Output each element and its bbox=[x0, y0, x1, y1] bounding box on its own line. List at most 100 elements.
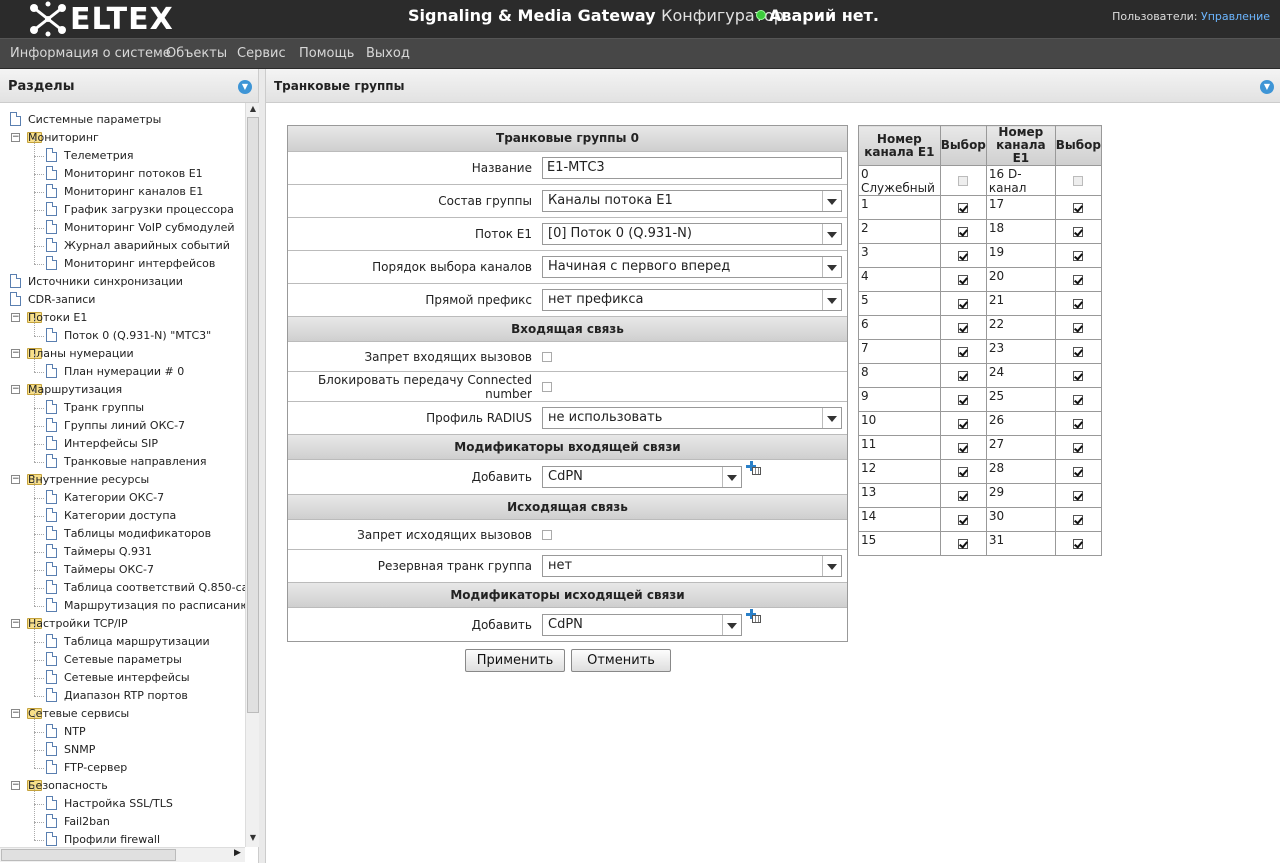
add-modifier-icon[interactable] bbox=[746, 461, 762, 477]
channel-checkbox[interactable] bbox=[958, 227, 969, 237]
collapse-toggle-icon[interactable]: − bbox=[11, 475, 20, 484]
name-input[interactable]: E1-МТС3 bbox=[542, 157, 842, 179]
tree-horizontal-scrollbar[interactable]: ▶ bbox=[0, 847, 245, 862]
menu-service[interactable]: Сервис bbox=[237, 46, 286, 61]
channel-checkbox[interactable] bbox=[958, 395, 969, 405]
sidebar-item[interactable]: Настройка SSL/TLS bbox=[0, 786, 245, 813]
sidebar-item[interactable]: Маршрутизация по расписанию bbox=[0, 588, 245, 615]
channel-checkbox[interactable] bbox=[1073, 227, 1084, 237]
sidebar-item[interactable]: − Внутренние ресурсы bbox=[0, 471, 245, 489]
collapse-toggle-icon[interactable]: − bbox=[11, 133, 20, 142]
sidebar-item[interactable]: Телеметрия bbox=[0, 138, 245, 165]
sidebar-item[interactable]: Fail2ban bbox=[0, 804, 245, 831]
channel-checkbox[interactable] bbox=[1073, 299, 1084, 309]
channel-checkbox[interactable] bbox=[1073, 203, 1084, 213]
sidebar-item[interactable]: Мониторинг потоков E1 bbox=[0, 156, 245, 183]
channel-checkbox[interactable] bbox=[958, 491, 969, 501]
channel-checkbox[interactable] bbox=[958, 539, 969, 549]
sidebar-item[interactable]: FTP-сервер bbox=[0, 750, 245, 777]
channel-checkbox[interactable] bbox=[958, 443, 969, 453]
channel-checkbox[interactable] bbox=[1073, 251, 1084, 261]
collapse-toggle-icon[interactable]: − bbox=[11, 781, 20, 790]
apply-button[interactable]: Применить bbox=[465, 649, 565, 672]
channel-checkbox[interactable] bbox=[958, 515, 969, 525]
prefix-select[interactable]: нет префикса bbox=[542, 289, 842, 311]
sidebar-item[interactable]: SNMP bbox=[0, 732, 245, 759]
sidebar-item[interactable]: Диапазон RTP портов bbox=[0, 678, 245, 705]
sidebar-item[interactable]: Мониторинг VoIP субмодулей bbox=[0, 210, 245, 237]
sidebar-item[interactable]: − Сетевые сервисы bbox=[0, 705, 245, 723]
channel-checkbox[interactable] bbox=[958, 299, 969, 309]
channel-checkbox[interactable] bbox=[1073, 419, 1084, 429]
channel-checkbox[interactable] bbox=[1073, 323, 1084, 333]
sidebar-item[interactable]: План нумерации # 0 bbox=[0, 354, 245, 381]
sidebar-item[interactable]: Журнал аварийных событий bbox=[0, 228, 245, 255]
channel-checkbox[interactable] bbox=[1073, 515, 1084, 525]
sidebar-item[interactable]: Таблицы модификаторов bbox=[0, 516, 245, 543]
collapse-toggle-icon[interactable]: − bbox=[11, 619, 20, 628]
collapse-sections-icon[interactable]: ▼ bbox=[238, 80, 252, 94]
sidebar-item[interactable]: Источники синхронизации bbox=[0, 273, 245, 291]
radius-select[interactable]: не использовать bbox=[542, 407, 842, 429]
collapse-toggle-icon[interactable]: − bbox=[11, 313, 20, 322]
sidebar-item[interactable]: − Безопасность bbox=[0, 777, 245, 795]
sidebar-item[interactable]: Системные параметры bbox=[0, 111, 245, 129]
sidebar-item[interactable]: − Потоки E1 bbox=[0, 309, 245, 327]
channel-checkbox[interactable] bbox=[958, 371, 969, 381]
deny-outgoing-checkbox[interactable] bbox=[542, 529, 552, 540]
sidebar-item[interactable]: График загрузки процессора bbox=[0, 192, 245, 219]
out-add-select[interactable]: CdPN bbox=[542, 613, 742, 636]
channel-checkbox[interactable] bbox=[1073, 275, 1084, 285]
channel-checkbox[interactable] bbox=[958, 203, 969, 213]
in-add-select[interactable]: CdPN bbox=[542, 466, 742, 488]
scroll-thumb[interactable] bbox=[247, 117, 259, 713]
sidebar-item[interactable]: CDR-записи bbox=[0, 291, 245, 309]
channel-checkbox[interactable] bbox=[1073, 467, 1084, 477]
channel-checkbox[interactable] bbox=[1073, 491, 1084, 501]
sidebar-item[interactable]: Транк группы bbox=[0, 390, 245, 417]
menu-help[interactable]: Помощь bbox=[299, 46, 354, 61]
sidebar-item[interactable]: Поток 0 (Q.931-N) "МТС3" bbox=[0, 318, 245, 345]
channel-checkbox[interactable] bbox=[958, 323, 969, 333]
block-connected-checkbox[interactable] bbox=[542, 381, 552, 392]
add-modifier-icon[interactable] bbox=[746, 608, 762, 625]
collapse-toggle-icon[interactable]: − bbox=[11, 385, 20, 394]
sidebar-item[interactable]: Таблица соответствий Q.850-cause bbox=[0, 570, 245, 597]
channel-checkbox[interactable] bbox=[958, 467, 969, 477]
collapse-toggle-icon[interactable]: − bbox=[11, 709, 20, 718]
scroll-up-icon[interactable]: ▲ bbox=[248, 104, 258, 116]
channel-checkbox[interactable] bbox=[958, 251, 969, 261]
sidebar-item[interactable]: Категории доступа bbox=[0, 498, 245, 525]
scroll-down-icon[interactable]: ▼ bbox=[248, 833, 258, 845]
sidebar-item[interactable]: Категории ОКС-7 bbox=[0, 480, 245, 507]
sidebar-item[interactable]: Сетевые параметры bbox=[0, 642, 245, 669]
channel-checkbox[interactable] bbox=[958, 275, 969, 285]
menu-system-info[interactable]: Информация о системе bbox=[10, 46, 171, 61]
sidebar-item[interactable]: NTP bbox=[0, 714, 245, 741]
reserve-select[interactable]: нет bbox=[542, 555, 842, 577]
sidebar-item[interactable]: − Настройки TCP/IP bbox=[0, 615, 245, 633]
order-select[interactable]: Начиная с первого вперед bbox=[542, 256, 842, 278]
menu-exit[interactable]: Выход bbox=[366, 46, 410, 61]
sidebar-item[interactable]: Таймеры Q.931 bbox=[0, 534, 245, 561]
sidebar-item[interactable]: Группы линий ОКС-7 bbox=[0, 408, 245, 435]
panel-splitter[interactable] bbox=[259, 69, 266, 863]
scroll-right-icon[interactable]: ▶ bbox=[234, 848, 241, 858]
sidebar-item[interactable]: Сетевые интерфейсы bbox=[0, 660, 245, 687]
collapse-main-icon[interactable]: ▼ bbox=[1260, 80, 1274, 94]
channel-checkbox[interactable] bbox=[958, 419, 969, 429]
collapse-toggle-icon[interactable]: − bbox=[11, 349, 20, 358]
stream-select[interactable]: [0] Поток 0 (Q.931-N) bbox=[542, 223, 842, 245]
sidebar-item[interactable]: − Маршрутизация bbox=[0, 381, 245, 399]
channel-checkbox[interactable] bbox=[1073, 395, 1084, 405]
hscroll-thumb[interactable] bbox=[1, 849, 176, 861]
channel-checkbox[interactable] bbox=[1073, 371, 1084, 381]
menu-objects[interactable]: Объекты bbox=[166, 46, 227, 61]
composition-select[interactable]: Каналы потока E1 bbox=[542, 190, 842, 212]
sidebar-item[interactable]: Мониторинг каналов E1 bbox=[0, 174, 245, 201]
channel-checkbox[interactable] bbox=[1073, 347, 1084, 357]
channel-checkbox[interactable] bbox=[1073, 443, 1084, 453]
deny-incoming-checkbox[interactable] bbox=[542, 351, 552, 362]
channel-checkbox[interactable] bbox=[1073, 539, 1084, 549]
sidebar-item[interactable]: Транковые направления bbox=[0, 444, 245, 471]
